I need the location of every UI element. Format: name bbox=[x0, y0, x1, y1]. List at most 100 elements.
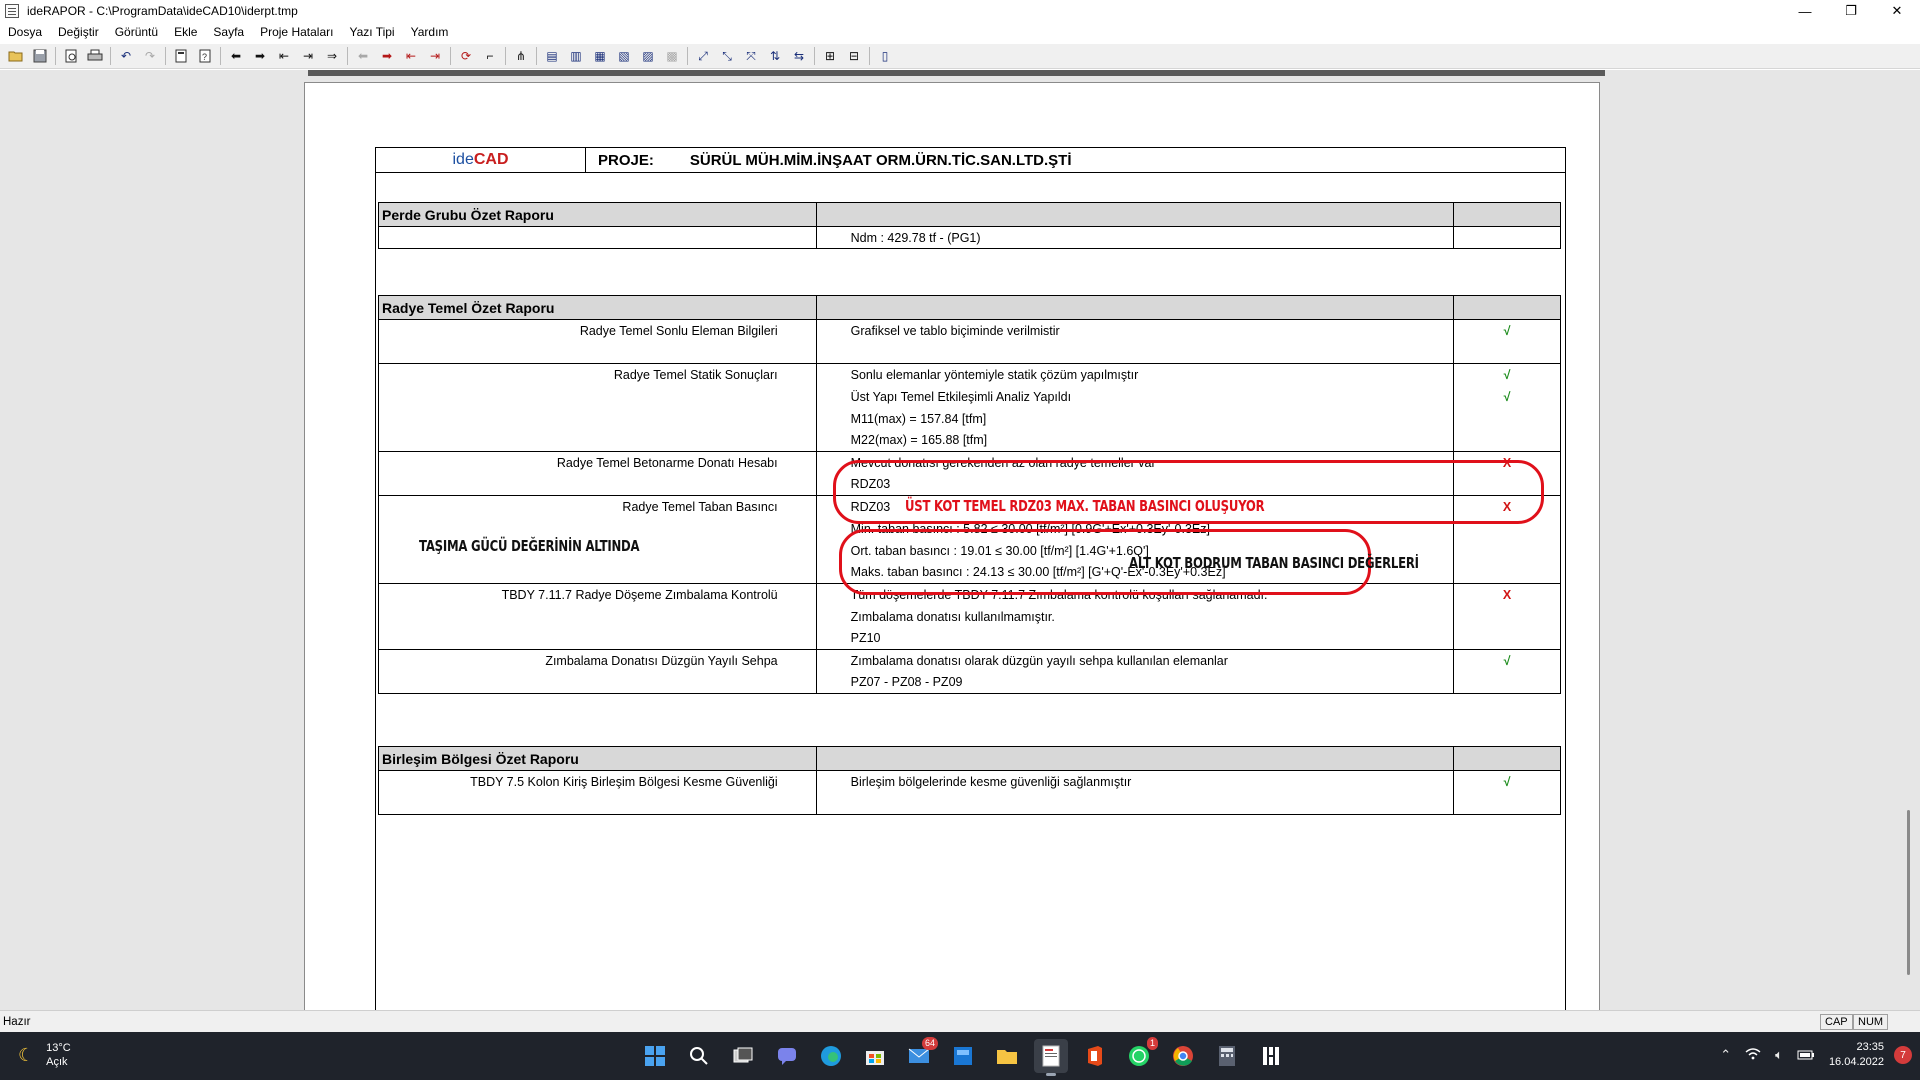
time: 23:35 bbox=[1856, 1041, 1884, 1053]
minimize-button[interactable]: — bbox=[1782, 0, 1828, 22]
table-row: Ndm : 429.78 tf - (PG1) bbox=[378, 226, 1561, 249]
calculator-button[interactable] bbox=[1210, 1039, 1244, 1073]
chevron-up-icon[interactable]: ⌃ bbox=[1720, 1047, 1731, 1063]
check-mark: √ bbox=[1453, 649, 1561, 672]
undo-icon[interactable]: ↶ bbox=[116, 46, 136, 66]
notification-badge[interactable]: 7 bbox=[1894, 1046, 1912, 1064]
active-indicator bbox=[1046, 1073, 1056, 1076]
volume-icon[interactable]: 🔈︎ bbox=[1775, 1047, 1783, 1063]
save-icon[interactable] bbox=[30, 46, 50, 66]
whatsapp-button[interactable]: 1 bbox=[1122, 1037, 1158, 1073]
close-button[interactable]: ✕ bbox=[1874, 0, 1920, 22]
search-button[interactable] bbox=[682, 1039, 716, 1073]
redo-icon[interactable]: ↷ bbox=[140, 46, 160, 66]
wifi-icon[interactable] bbox=[1745, 1047, 1761, 1063]
layout-6-icon[interactable]: ▩ bbox=[662, 46, 682, 66]
chat-icon bbox=[778, 1048, 796, 1065]
table-row: Zımbalama Donatısı Düzgün Yayılı Sehpa Z… bbox=[378, 649, 1561, 672]
calculator-app-icon bbox=[1219, 1046, 1235, 1066]
zoom-page-icon[interactable]: ⤧ bbox=[741, 46, 761, 66]
table-row: Üst Yapı Temel Etkileşimli Analiz Yapıld… bbox=[378, 385, 1561, 408]
print-preview-icon[interactable] bbox=[61, 46, 81, 66]
date: 16.04.2022 bbox=[1828, 1056, 1884, 1068]
first-error-icon[interactable]: ⇤ bbox=[401, 46, 421, 66]
layout-2-icon[interactable]: ▥ bbox=[566, 46, 586, 66]
table-row: M22(max) = 165.88 [tfm] bbox=[378, 429, 1561, 452]
iderapor-taskbar-button[interactable] bbox=[1034, 1039, 1068, 1076]
window-title: ideRAPOR - C:\ProgramData\ideCAD10\iderp… bbox=[27, 4, 298, 18]
grid-2-icon[interactable]: ⊟ bbox=[844, 46, 864, 66]
toolbar-separator bbox=[220, 47, 221, 65]
window-controls: — ❐ ✕ bbox=[1782, 0, 1920, 22]
insert-icon[interactable]: ⌐ bbox=[480, 46, 500, 66]
arrow-left-icon[interactable]: ⬅ bbox=[226, 46, 246, 66]
edge-icon bbox=[821, 1046, 841, 1066]
arrow-right-icon[interactable]: ➡ bbox=[250, 46, 270, 66]
tree-icon[interactable]: ⋔ bbox=[511, 46, 531, 66]
taskbar: ☾ 13°C Açık 64 1 ⌃ 🔈︎ 23:35 16.04.2022 7 bbox=[0, 1032, 1920, 1080]
first-page-icon[interactable]: ⇤ bbox=[274, 46, 294, 66]
widgets-button[interactable] bbox=[946, 1039, 980, 1073]
task-view-icon bbox=[733, 1047, 753, 1063]
refresh-icon[interactable]: ⟳ bbox=[456, 46, 476, 66]
chrome-button[interactable] bbox=[1166, 1039, 1200, 1073]
last-page-icon[interactable]: ⇥ bbox=[298, 46, 318, 66]
help-page-icon[interactable]: ? bbox=[195, 46, 215, 66]
project-label: PROJE: bbox=[598, 151, 654, 169]
menu-dosya[interactable]: Dosya bbox=[0, 22, 50, 42]
edge-button[interactable] bbox=[814, 1039, 848, 1073]
file-explorer-button[interactable] bbox=[990, 1039, 1024, 1073]
toolbar-separator bbox=[347, 47, 348, 65]
zoom-fit-icon[interactable]: ⤢ bbox=[693, 46, 713, 66]
battery-icon[interactable] bbox=[1797, 1048, 1815, 1063]
table-row: Radye Temel Statik Sonuçları Sonlu elema… bbox=[378, 363, 1561, 386]
start-button[interactable] bbox=[638, 1039, 672, 1073]
report-workspace[interactable]: ideCAD PROJE: SÜRÜL MÜH.MİM.İNŞAAT ORM.Ü… bbox=[0, 70, 1920, 1080]
zoom-in-icon[interactable]: ⇅ bbox=[765, 46, 785, 66]
menu-proje-hatalari[interactable]: Proje Hataları bbox=[252, 22, 341, 42]
folder-icon bbox=[997, 1050, 1017, 1064]
iderapor-icon bbox=[1042, 1045, 1060, 1067]
store-button[interactable] bbox=[858, 1039, 892, 1073]
menu-yazi-tipi[interactable]: Yazı Tipi bbox=[341, 22, 402, 42]
menu-degistir[interactable]: Değiştir bbox=[50, 22, 107, 42]
goto-page-icon[interactable]: ⇒ bbox=[322, 46, 342, 66]
teams-chat-button[interactable] bbox=[770, 1039, 804, 1073]
office-button[interactable] bbox=[1078, 1039, 1112, 1073]
table-row: Zımbalama donatısı kullanılmamıştır. bbox=[378, 605, 1561, 628]
calculator-icon[interactable] bbox=[171, 46, 191, 66]
vertical-scrollbar-thumb[interactable] bbox=[1907, 810, 1910, 975]
store-icon bbox=[866, 1051, 884, 1065]
check-mark: √ bbox=[1453, 385, 1561, 408]
menu-yardim[interactable]: Yardım bbox=[403, 22, 457, 42]
toolbar-separator bbox=[110, 47, 111, 65]
next-error-icon[interactable]: ➡ bbox=[377, 46, 397, 66]
logo-cell: ideCAD bbox=[376, 147, 586, 173]
print-icon[interactable] bbox=[85, 46, 105, 66]
table-row: TBDY 7.5 Kolon Kiriş Birleşim Bölgesi Ke… bbox=[378, 770, 1561, 793]
layout-3-icon[interactable]: ▦ bbox=[590, 46, 610, 66]
task-view-button[interactable] bbox=[726, 1039, 760, 1073]
menu-goruntu[interactable]: Görüntü bbox=[107, 22, 166, 42]
layout-1-icon[interactable]: ▤ bbox=[542, 46, 562, 66]
previous-page-edge bbox=[308, 70, 1605, 76]
clock[interactable]: 23:35 16.04.2022 bbox=[1829, 1040, 1884, 1070]
mail-button[interactable]: 64 bbox=[902, 1037, 938, 1073]
zoom-out-icon[interactable]: ⇆ bbox=[789, 46, 809, 66]
system-tray: ⌃ 🔈︎ 23:35 16.04.2022 7 bbox=[1720, 1040, 1912, 1070]
menu-ekle[interactable]: Ekle bbox=[166, 22, 205, 42]
last-error-icon[interactable]: ⇥ bbox=[425, 46, 445, 66]
weather-widget[interactable]: ☾ 13°C Açık bbox=[18, 1041, 71, 1069]
layout-4-icon[interactable]: ▧ bbox=[614, 46, 634, 66]
menu-sayfa[interactable]: Sayfa bbox=[205, 22, 252, 42]
page-view-icon[interactable]: ▯ bbox=[875, 46, 895, 66]
layout-5-icon[interactable]: ▨ bbox=[638, 46, 658, 66]
section-header: Perde Grubu Özet Raporu bbox=[378, 202, 1561, 227]
maximize-button[interactable]: ❐ bbox=[1828, 0, 1874, 22]
zoom-width-icon[interactable]: ⤡ bbox=[717, 46, 737, 66]
prev-error-icon[interactable]: ⬅ bbox=[353, 46, 373, 66]
caps-lock-indicator: CAP bbox=[1820, 1014, 1853, 1030]
open-folder-icon[interactable] bbox=[6, 46, 26, 66]
idecad-button[interactable] bbox=[1254, 1039, 1288, 1073]
grid-1-icon[interactable]: ⊞ bbox=[820, 46, 840, 66]
